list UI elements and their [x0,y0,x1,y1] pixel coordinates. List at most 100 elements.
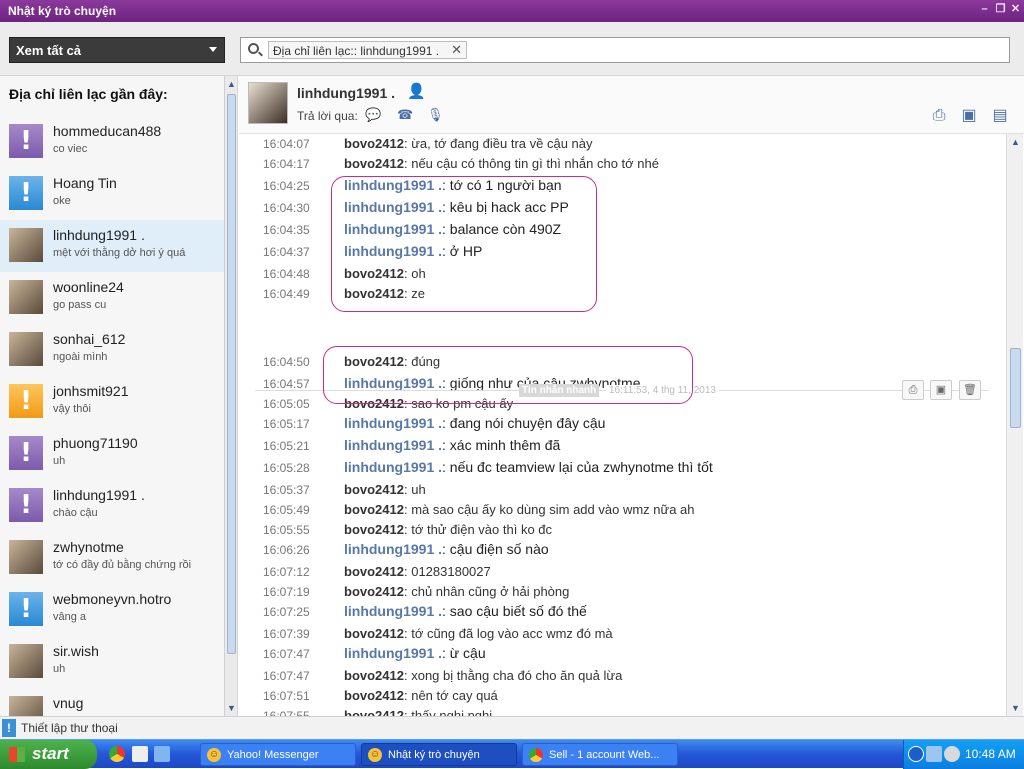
session-print-icon[interactable]: ⎙ [902,380,924,400]
message-text: : tớ cũng đã log vào acc wmz đó mà [403,626,613,641]
call-reply-icon[interactable]: ☎ [397,107,413,123]
message-log: 16:04:07 bovo2412: ừa, tớ đang điều tra v… [239,134,1009,716]
windows-logo-icon [9,747,25,762]
message-text: : nếu cậu có thông tin gì thì nhắn cho t… [403,156,659,171]
maximize-icon[interactable]: ❐ [994,3,1007,16]
contact-item[interactable]: sonhai_612 ngoài mình [0,324,224,376]
message-text: : thấy nghi nghi [403,708,493,716]
contact-item[interactable]: vnug [0,688,224,716]
scroll-down-icon[interactable]: ▼ [226,702,237,714]
export-icon[interactable]: ▤ [990,106,1010,126]
task-browser[interactable]: Sell - 1 account Web... [522,743,678,766]
view-select[interactable]: Xem tất cả [9,37,225,63]
contact-item[interactable]: ! Hoang Tin oke [0,168,224,220]
message-text: : 01283180027 [403,564,491,579]
contact-status: uh [53,663,66,675]
im-reply-icon[interactable]: 💬 [365,107,381,123]
window-title: Nhật ký trò chuyện [8,4,117,18]
default-avatar-icon: ! [9,592,43,626]
contact-item[interactable]: ! jonhsmit921 vậy thôi [0,376,224,428]
message-time: 16:05:05 [263,397,310,411]
chevron-down-icon [209,47,217,52]
contact-item[interactable]: zwhynotme tớ có đầy đủ bằng chứng rồi [0,532,224,584]
avatar [9,644,43,678]
contact-item[interactable]: ! hommeducan488 co viec [0,116,224,168]
message-row: 16:07:19 bovo2412: chủ nhân cũng ở hải ph… [239,582,999,602]
search-box[interactable]: Địa chỉ liên lạc:: linhdung1991 . ✕ [240,37,1010,63]
ie-icon[interactable] [154,746,170,762]
chat-header: linhdung1991 . 👤 Trả lời qua: 💬 ☎ 🎙 ⎙ ▣ … [239,76,1024,134]
message-time: 16:04:25 [263,179,310,193]
contact-status: vậy thôi [53,403,91,415]
remove-filter-icon[interactable]: ✕ [451,42,462,58]
scroll-up-icon[interactable]: ▲ [226,78,237,90]
default-avatar-icon: ! [9,124,43,158]
phone-icon: ! [2,719,16,737]
title-bar: Nhật ký trò chuyện – ❐ ✕ [0,0,1024,22]
message-time: 16:04:50 [263,355,310,369]
message-row: 16:05:37 bovo2412: uh [239,480,999,500]
contact-item[interactable]: sir.wish uh [0,636,224,688]
message-row: 16:05:49 bovo2412: mà sao cậu ấy ko dùng … [239,500,999,520]
contact-item[interactable]: woonline24 go pass cu [0,272,224,324]
sidebar-scrollbar[interactable]: ▲ ▼ [224,76,237,716]
filter-chip[interactable]: Địa chỉ liên lạc:: linhdung1991 . ✕ [268,41,467,59]
contact-item[interactable]: linhdung1991 . mệt với thằng dở hơi ý quá [0,220,224,272]
minimize-icon[interactable]: – [978,3,991,16]
start-button[interactable]: start [0,740,97,769]
close-icon[interactable]: ✕ [1009,3,1022,16]
message-sender: bovo2412 [344,584,404,599]
chat-scrollbar[interactable]: ▲ ▼ [1006,134,1023,716]
task-yahoo-messenger[interactable]: ☺ Yahoo! Messenger [200,743,356,766]
session-delete-icon[interactable]: 🗑 [959,380,981,400]
message-time: 16:05:21 [263,439,310,453]
volume-icon[interactable] [944,746,960,762]
contact-item[interactable]: ! phuong71190 uh [0,428,224,480]
message-time: 16:07:51 [263,689,310,703]
message-time: 16:07:39 [263,627,310,641]
scroll-thumb[interactable] [1010,348,1021,428]
message-text: : nên tớ cay quá [403,688,498,703]
avatar [9,540,43,574]
voicemail-bar[interactable]: ! Thiết lập thư thoại [0,716,1024,739]
contact-name: jonhsmit921 [53,383,129,399]
desktop-icon[interactable] [132,746,148,762]
print-icon[interactable]: ⎙ [929,106,949,126]
message-row: 16:07:55 bovo2412: thấy nghi nghi [239,706,999,716]
message-time: 16:05:37 [263,483,310,497]
voice-reply-icon[interactable]: 🎙 [427,107,444,123]
recent-contacts-sidebar: Địa chỉ liên lạc gần đây: ! hommeducan488… [0,76,238,716]
contact-item[interactable]: ! webmoneyvn.hotro vâng a [0,584,224,636]
contact-status: ngoài mình [53,351,108,363]
taskbar: start ☺ Yahoo! Messenger ☺ Nhật ký trò c… [0,739,1024,769]
message-time: 16:07:19 [263,585,310,599]
session-save-icon[interactable]: ▣ [930,380,952,400]
save-icon[interactable]: ▣ [959,106,979,126]
chrome-icon[interactable] [109,746,125,762]
message-text: : xác minh thêm đã [442,437,561,453]
default-avatar-icon: ! [9,436,43,470]
add-contact-icon[interactable]: 👤 [407,82,426,100]
message-sender: bovo2412 [344,564,404,579]
message-time: 16:05:49 [263,503,310,517]
scroll-down-icon[interactable]: ▼ [1010,702,1021,714]
contact-name: zwhynotme [53,539,124,555]
filter-chip-label: Địa chỉ liên lạc:: linhdung1991 . [273,44,440,58]
message-sender: bovo2412 [344,708,404,716]
chrome-icon [529,748,543,762]
task-chat-history[interactable]: ☺ Nhật ký trò chuyện [361,743,517,766]
scroll-thumb[interactable] [227,94,236,654]
message-sender: bovo2412 [344,482,404,497]
message-sender: linhdung1991 . [344,541,443,557]
voicemail-setup-link[interactable]: Thiết lập thư thoại [21,721,118,735]
tray-expand-icon[interactable] [908,746,924,762]
network-icon[interactable] [926,746,942,762]
contact-name: webmoneyvn.hotro [53,591,172,607]
message-text: : ừa, tớ đang điều tra về cậu này [403,136,593,151]
message-sender: bovo2412 [344,156,404,171]
scroll-up-icon[interactable]: ▲ [1010,136,1021,148]
message-time: 16:07:47 [263,647,310,661]
contact-status: co viec [53,143,88,155]
message-text: : chủ nhân cũng ở hải phòng [403,584,570,599]
contact-item[interactable]: ! linhdung1991 . chào cậu [0,480,224,532]
